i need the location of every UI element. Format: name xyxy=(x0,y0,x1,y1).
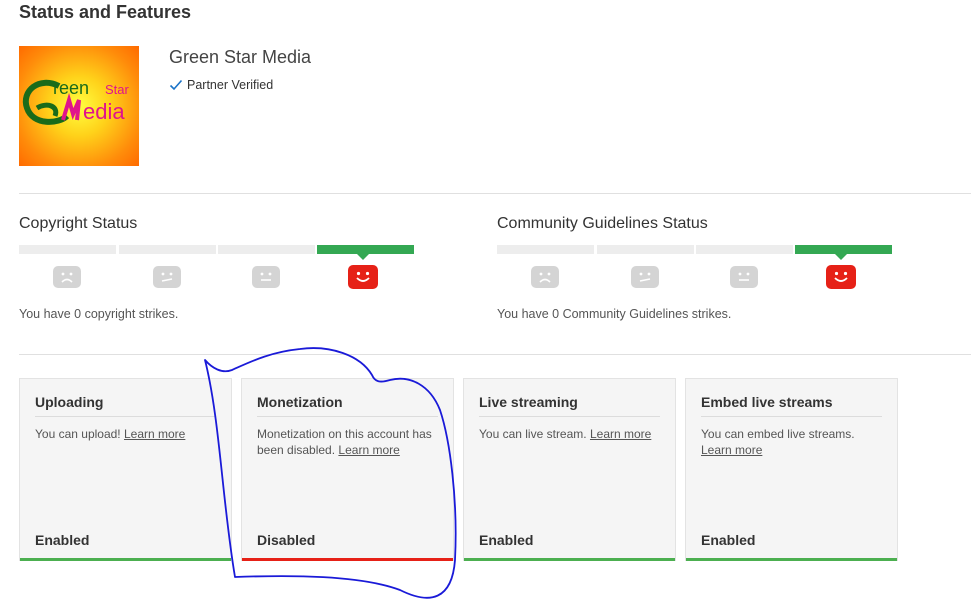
feature-card-uploading: Uploading You can upload! Learn more Ena… xyxy=(19,378,232,561)
page-title: Status and Features xyxy=(19,2,192,22)
partner-verified: Partner Verified xyxy=(169,78,273,92)
divider xyxy=(19,354,971,355)
partner-label: Partner Verified xyxy=(187,78,274,92)
feature-card-live-streaming: Live streaming You can live stream. Lear… xyxy=(463,378,676,561)
community-pointer xyxy=(835,254,847,260)
community-strike-segment xyxy=(597,245,694,254)
learn-more-link[interactable]: Learn more xyxy=(338,443,399,457)
feature-card-embed-live-streams: Embed live streams You can embed live st… xyxy=(685,378,898,561)
card-title: Live streaming xyxy=(479,394,578,410)
card-description: You can embed live streams. Learn more xyxy=(701,427,855,457)
card-divider xyxy=(701,416,882,417)
community-strike-segment-current xyxy=(795,245,892,254)
channel-logo: reen Star edia xyxy=(19,46,139,166)
neutral-face-icon xyxy=(252,266,280,288)
learn-more-link[interactable]: Learn more xyxy=(590,427,651,441)
svg-text:Star: Star xyxy=(105,82,130,97)
learn-more-link[interactable]: Learn more xyxy=(701,443,762,457)
channel-name: Green Star Media xyxy=(169,47,312,67)
card-description: Monetization on this account has been di… xyxy=(257,427,432,457)
sad-face-icon xyxy=(531,266,559,288)
copyright-strike-segment xyxy=(19,245,116,254)
neutral-face-icon xyxy=(153,266,181,288)
community-strike-segment xyxy=(696,245,793,254)
svg-text:edia: edia xyxy=(83,99,125,124)
card-divider xyxy=(35,416,216,417)
card-divider xyxy=(479,416,660,417)
community-status-title: Community Guidelines Status xyxy=(497,215,708,232)
status-label: Enabled xyxy=(479,532,534,548)
status-label: Enabled xyxy=(35,532,90,548)
card-title: Monetization xyxy=(257,394,343,410)
copyright-strike-segment xyxy=(119,245,216,254)
feature-card-monetization: Monetization Monetization on this accoun… xyxy=(241,378,454,561)
neutral-face-icon xyxy=(631,266,659,288)
status-label: Disabled xyxy=(257,532,316,548)
copyright-strike-message: You have 0 copyright strikes. xyxy=(19,307,179,321)
copyright-strike-segment xyxy=(218,245,315,254)
smile-face-icon xyxy=(826,265,856,289)
status-bar xyxy=(686,558,897,561)
neutral-face-icon xyxy=(730,266,758,288)
copyright-pointer xyxy=(357,254,369,260)
card-description: You can live stream. Learn more xyxy=(479,427,652,441)
copyright-strike-segment-current xyxy=(317,245,414,254)
card-divider xyxy=(257,416,438,417)
sad-face-icon xyxy=(53,266,81,288)
community-strike-message: You have 0 Community Guidelines strikes. xyxy=(497,307,732,321)
check-icon xyxy=(169,79,183,91)
card-description: You can upload! Learn more xyxy=(35,427,186,441)
smile-face-icon xyxy=(348,265,378,289)
learn-more-link[interactable]: Learn more xyxy=(124,427,185,441)
divider xyxy=(19,193,971,194)
card-title: Embed live streams xyxy=(701,394,833,410)
community-strike-segment xyxy=(497,245,594,254)
svg-text:reen: reen xyxy=(53,78,89,98)
status-bar xyxy=(464,558,675,561)
status-label: Enabled xyxy=(701,532,756,548)
status-bar xyxy=(20,558,231,561)
copyright-status-title: Copyright Status xyxy=(19,215,138,232)
card-title: Uploading xyxy=(35,394,104,410)
status-bar xyxy=(242,558,453,561)
